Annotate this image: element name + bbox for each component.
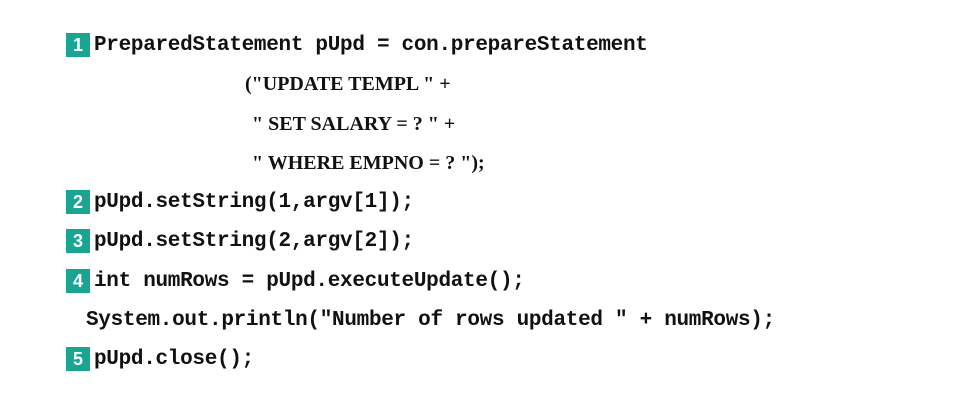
line-number-badge-1: 1 bbox=[66, 33, 90, 57]
line-number-badge-2: 2 bbox=[66, 190, 90, 214]
code-text-line-8: System.out.println("Number of rows updat… bbox=[86, 308, 775, 332]
code-text-line-2: ("UPDATE TEMPL " + bbox=[245, 72, 451, 95]
code-text-line-3: " SET SALARY = ? " + bbox=[252, 112, 456, 135]
line-number-badge-5: 5 bbox=[66, 347, 90, 371]
code-line-5: 2 pUpd.setString(1,argv[1]); bbox=[66, 186, 414, 218]
code-line-1: 1 PreparedStatement pUpd = con.prepareSt… bbox=[66, 29, 648, 61]
code-line-4: " WHERE EMPNO = ? "); bbox=[252, 147, 485, 179]
code-line-3: " SET SALARY = ? " + bbox=[252, 108, 455, 140]
code-line-9: 5 pUpd.close(); bbox=[66, 343, 254, 375]
code-line-6: 3 pUpd.setString(2,argv[2]); bbox=[66, 225, 414, 257]
code-text-line-9: pUpd.close(); bbox=[94, 347, 254, 371]
code-text-line-5: pUpd.setString(1,argv[1]); bbox=[94, 190, 414, 214]
code-text-line-1: PreparedStatement pUpd = con.prepareStat… bbox=[94, 33, 648, 57]
code-text-line-4: " WHERE EMPNO = ? "); bbox=[252, 151, 485, 174]
code-text-line-6: pUpd.setString(2,argv[2]); bbox=[94, 229, 414, 253]
line-number-badge-4: 4 bbox=[66, 269, 90, 293]
line-number-badge-3: 3 bbox=[66, 229, 90, 253]
code-listing: 1 PreparedStatement pUpd = con.prepareSt… bbox=[0, 0, 954, 402]
code-line-2: ("UPDATE TEMPL " + bbox=[245, 68, 451, 100]
code-text-line-7: int numRows = pUpd.executeUpdate(); bbox=[94, 269, 525, 293]
code-line-7: 4 int numRows = pUpd.executeUpdate(); bbox=[66, 265, 525, 297]
code-line-8: System.out.println("Number of rows updat… bbox=[86, 304, 775, 336]
